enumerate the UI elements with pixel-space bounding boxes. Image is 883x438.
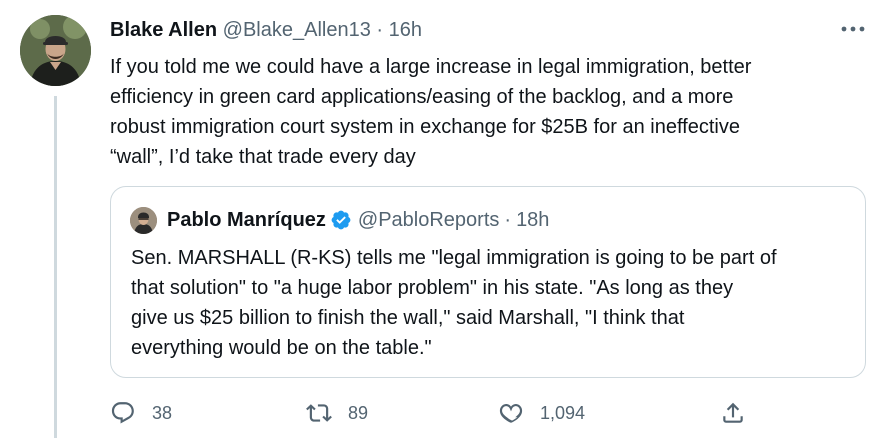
quoted-tweet[interactable]: Pablo Manríquez @PabloReports · 18h Sen.…	[110, 186, 866, 378]
separator: ·	[376, 19, 384, 41]
quoted-author-avatar	[130, 207, 157, 234]
tweet-text-line: “wall”, I’d take that trade every day	[110, 146, 416, 168]
separator: ·	[504, 209, 512, 231]
author-avatar[interactable]	[20, 15, 91, 86]
quoted-text-line: that solution" to "a huge labor problem"…	[131, 277, 734, 299]
quoted-tweet-text: Sen. MARSHALL (R-KS) tells me "legal imm…	[131, 243, 851, 363]
like-icon	[499, 403, 523, 423]
reply-button[interactable]: 38	[110, 398, 172, 428]
quoted-author-name: Pablo Manríquez	[167, 209, 326, 231]
user-avatar-icon	[20, 15, 91, 86]
reply-icon	[111, 402, 134, 424]
user-avatar-icon	[130, 207, 157, 234]
thread-line	[54, 96, 57, 438]
more-button[interactable]	[840, 22, 866, 36]
quoted-text-line: everything would be on the table."	[131, 337, 432, 359]
tweet-time[interactable]: 16h	[389, 19, 422, 41]
tweet-header: Blake Allen @Blake_Allen13 · 16h	[110, 17, 422, 43]
quoted-text-line: Sen. MARSHALL (R-KS) tells me "legal imm…	[131, 247, 777, 269]
share-icon	[723, 402, 743, 423]
quoted-text-line: give us $25 billion to finish the wall,"…	[131, 307, 685, 329]
tweet-text-line: robust immigration court system in excha…	[110, 116, 740, 138]
tweet[interactable]: Blake Allen @Blake_Allen13 · 16h If you …	[0, 0, 883, 438]
tweet-actions: 38 89 1,094	[110, 398, 870, 428]
verified-badge-icon	[330, 209, 352, 231]
author-name[interactable]: Blake Allen	[110, 19, 217, 41]
retweet-count: 89	[348, 402, 369, 423]
share-button[interactable]	[720, 398, 746, 428]
quoted-tweet-time: 18h	[516, 209, 550, 231]
more-horizontal-icon	[841, 26, 865, 32]
tweet-text-line: If you told me we could have a large inc…	[110, 56, 752, 78]
retweet-button[interactable]: 89	[306, 398, 368, 428]
tweet-text: If you told me we could have a large inc…	[110, 52, 860, 172]
author-handle[interactable]: @Blake_Allen13	[223, 19, 371, 41]
quoted-author-handle: @PabloReports	[357, 209, 500, 231]
retweet-icon	[306, 404, 332, 422]
quoted-tweet-header: Pablo Manríquez @PabloReports · 18h	[167, 207, 549, 233]
like-count: 1,094	[540, 402, 586, 423]
like-button[interactable]: 1,094	[498, 398, 585, 428]
tweet-text-line: efficiency in green card applications/ea…	[110, 86, 734, 108]
reply-count: 38	[152, 402, 173, 423]
